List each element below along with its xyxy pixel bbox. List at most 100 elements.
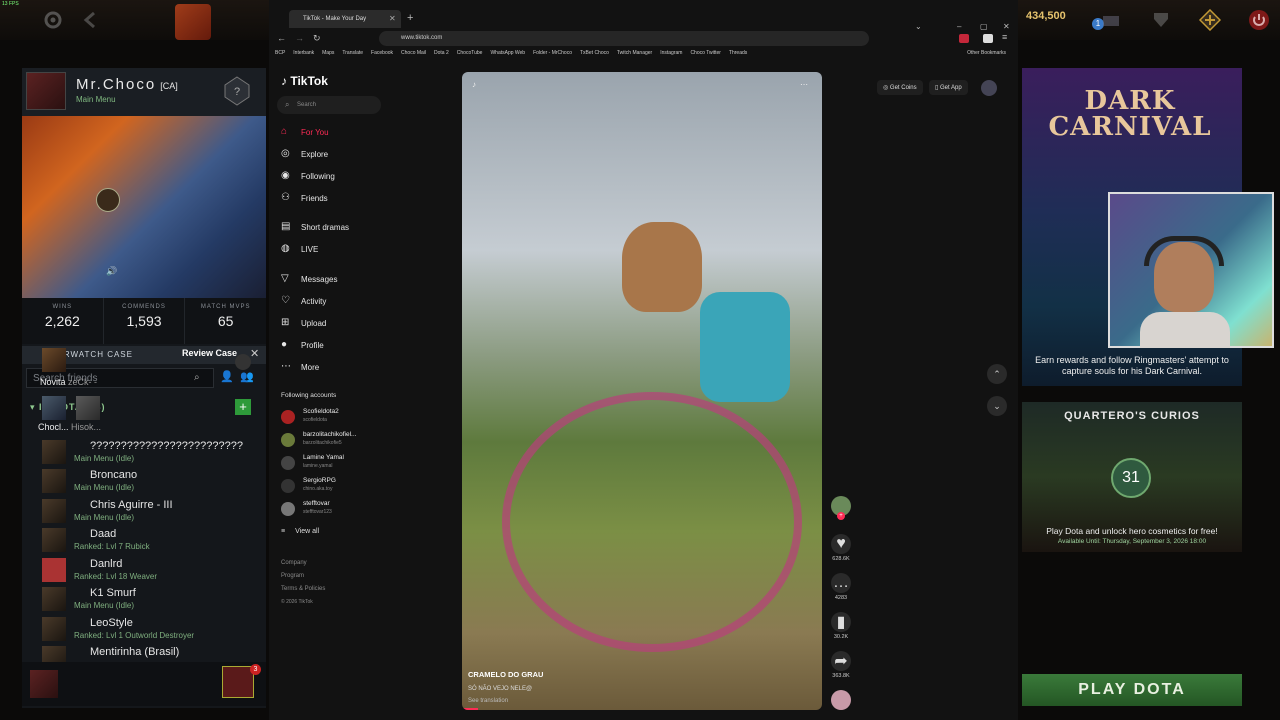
comment-button[interactable]: … 4283 (829, 573, 853, 601)
view-all-link[interactable]: ≡ View all (281, 528, 319, 535)
see-translation-link[interactable]: See translation (468, 698, 508, 704)
plus-subscription-icon[interactable] (1199, 9, 1221, 31)
creator-avatar-button[interactable]: + (829, 496, 853, 520)
nav-upload[interactable]: ⊞ Upload (281, 317, 381, 335)
nav-explore[interactable]: ◎ Explore (281, 148, 381, 166)
profile-icon[interactable] (983, 34, 993, 43)
share-button[interactable]: ➦ 363.8K (829, 651, 853, 679)
friend-status: Main Menu (Idle) (74, 454, 135, 463)
bookmark-item[interactable]: Other Bookmarks (967, 50, 1006, 56)
account-item[interactable]: Lamine Yamal lamine.yamal (281, 454, 391, 474)
footer-program[interactable]: Program (281, 573, 304, 579)
follow-plus-icon[interactable]: + (837, 512, 845, 520)
bookmark-item[interactable]: Maps (322, 50, 334, 56)
search-icon[interactable]: ⌕ (194, 372, 200, 383)
account-item[interactable]: SergioRPG chino.aka.toy (281, 477, 391, 497)
account-item[interactable]: Scofieldota2 scofieldota (281, 408, 391, 428)
music-disc-button[interactable] (829, 690, 853, 710)
reload-icon[interactable]: ↻ (313, 33, 321, 44)
video-volume-icon[interactable]: ♪ (472, 80, 476, 89)
inbox-icon[interactable] (1100, 10, 1122, 32)
nav-activity[interactable]: ♡ Activity (281, 295, 381, 313)
menu-icon[interactable]: ≡ (1002, 32, 1007, 42)
rank-badge-icon[interactable]: ? (224, 76, 250, 106)
back-arrow-icon[interactable] (80, 9, 102, 31)
video-player[interactable]: ♪ ⋯ CRAMELO DO GRAU SÓ NÃO VEJO NELE@ Se… (462, 72, 822, 710)
bookmark-item[interactable]: WhatsApp Web (490, 50, 525, 56)
scroll-down-icon[interactable]: ⌄ (987, 396, 1007, 416)
add-friend-icon[interactable]: 👤 (220, 370, 234, 383)
power-icon[interactable] (1248, 9, 1270, 31)
list-item[interactable]: Daad Ranked: Lvl 7 Rubick (22, 526, 266, 555)
profile-header[interactable]: Mr.Choco [CA] Main Menu ? (22, 68, 266, 116)
account-item[interactable]: stefftovar stefftovar123 (281, 500, 391, 520)
tab-tiktok[interactable]: TikTok - Make Your Day (289, 10, 401, 28)
like-button[interactable]: ♥ 628.6K (829, 534, 853, 562)
bookmark-item[interactable]: BCP (275, 50, 285, 56)
list-item[interactable]: Mentirinha (Brasil) (22, 644, 266, 662)
party-avatar[interactable] (42, 348, 66, 372)
nav-following[interactable]: ◉ Following (281, 170, 381, 188)
nav-messages[interactable]: ▽ Messages (281, 273, 381, 291)
scroll-up-icon[interactable]: ⌃ (987, 364, 1007, 384)
new-tab-icon[interactable]: + (407, 12, 413, 24)
hero-showcase-image[interactable]: 🔊 (22, 116, 266, 298)
tiktok-logo[interactable]: ♪ TikTok (281, 74, 328, 88)
settings-gear-icon[interactable] (42, 9, 64, 31)
close-icon[interactable]: ✕ (250, 347, 259, 360)
featured-avatar (96, 188, 120, 212)
avatar[interactable] (30, 670, 58, 698)
list-item[interactable]: K1 Smurf Main Menu (Idle) (22, 585, 266, 614)
volume-icon[interactable]: 🔊 (106, 266, 117, 277)
bookmark-item[interactable]: TxBet Choco (580, 50, 609, 56)
bookmark-item[interactable]: Threads (729, 50, 747, 56)
footer-company[interactable]: Company (281, 560, 307, 566)
armory-icon[interactable] (1150, 9, 1172, 31)
nav-friends[interactable]: ⚇ Friends (281, 192, 381, 210)
play-dota-button[interactable]: PLAY DOTA (1022, 674, 1242, 706)
bookmark-item[interactable]: Choco Mail (401, 50, 426, 56)
list-item[interactable]: Danlrd Ranked: Lvl 18 Weaver (22, 556, 266, 585)
account-item[interactable]: barzolitachikofiel... barzolitachikofie5 (281, 431, 391, 451)
list-item[interactable]: Chris Aguirre - III Main Menu (Idle) (22, 497, 266, 526)
bookmark-item[interactable]: Instagram (660, 50, 682, 56)
bookmark-item[interactable]: Dota 2 (434, 50, 449, 56)
bookmark-item[interactable]: Folder - MrChoco (533, 50, 572, 56)
bookmark-item[interactable]: Twitch Manager (617, 50, 652, 56)
avatar[interactable] (26, 72, 66, 110)
list-item[interactable]: LeoStyle Ranked: Lvl 1 Outworld Destroyer (22, 615, 266, 644)
footer-terms[interactable]: Terms & Policies (281, 586, 325, 592)
video-author[interactable]: CRAMELO DO GRAU (468, 670, 543, 679)
get-coins-button[interactable]: ◎ Get Coins (877, 80, 923, 95)
invite-plus-icon[interactable]: + (235, 399, 251, 415)
video-more-icon[interactable]: ⋯ (800, 80, 808, 89)
nav-profile[interactable]: ● Profile (281, 339, 381, 357)
review-case-button[interactable]: Review Case (182, 348, 237, 358)
dota-logo-icon[interactable] (175, 4, 211, 40)
address-input[interactable]: www.tiktok.com (379, 31, 869, 46)
extension-icon[interactable] (959, 34, 969, 43)
bookmark-item[interactable]: ChocoTube (457, 50, 483, 56)
bookmark-item[interactable]: Facebook (371, 50, 393, 56)
tab-close-icon[interactable]: ✕ (389, 14, 396, 23)
nav-short-dramas[interactable]: ▤ Short dramas (281, 221, 381, 239)
get-app-button[interactable]: ▯ Get App (929, 80, 968, 95)
bookmark-item[interactable]: Translate (342, 50, 363, 56)
nav-for-you[interactable]: ⌂ For You (281, 126, 381, 144)
video-progress-bar[interactable] (462, 708, 478, 710)
spectate-eye-icon[interactable] (235, 354, 251, 370)
forward-icon[interactable]: → (295, 33, 304, 43)
list-item[interactable]: Broncano Main Menu (Idle) (22, 467, 266, 496)
friends-group-icon[interactable]: 👥 (240, 370, 254, 383)
bookmark-button[interactable]: ▮ 30.2K (829, 612, 853, 640)
party-avatar[interactable] (42, 396, 66, 420)
list-item[interactable]: ????????????????????????? Main Menu (Idle… (22, 438, 266, 467)
back-icon[interactable]: ← (277, 33, 286, 43)
party-avatar[interactable] (76, 396, 100, 420)
bookmark-item[interactable]: Choco Twitter (690, 50, 720, 56)
nav-more[interactable]: ⋯ More (281, 361, 381, 379)
tiktok-search-input[interactable]: Search (277, 96, 381, 114)
bookmark-item[interactable]: Interbank (293, 50, 314, 56)
nav-live[interactable]: ◍ LIVE (281, 243, 381, 261)
user-avatar[interactable] (981, 80, 997, 96)
